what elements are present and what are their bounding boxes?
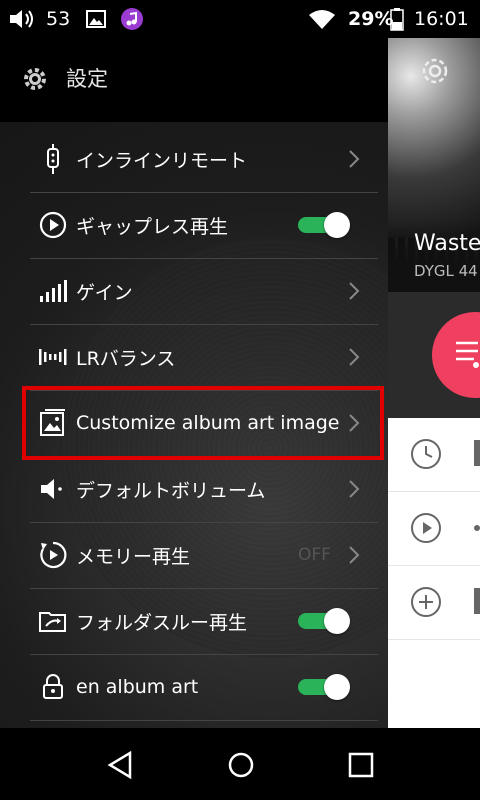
settings-drawer: 設定 インラインリモート ギャップレス再生 ゲイン LRバランス Customi… [0, 38, 388, 728]
play-circle-icon [410, 512, 441, 543]
list-item[interactable] [388, 418, 480, 492]
setting-label: ギャップレス再生 [76, 215, 229, 238]
setting-label: メモリー再生 [76, 545, 191, 568]
setting-inline-remote[interactable]: インラインリモート [30, 126, 378, 193]
balance-icon [38, 342, 68, 372]
chevron-right-icon [344, 148, 364, 170]
music-app-icon [120, 0, 144, 38]
memory-playback-value: OFF [298, 545, 331, 565]
folder-through-icon [38, 606, 68, 636]
page-title: 設定 [66, 67, 108, 91]
home-icon[interactable] [226, 750, 256, 784]
album-title: Waste [414, 231, 480, 256]
navigation-bar [0, 728, 480, 800]
chevron-right-icon [344, 544, 364, 566]
chevron-right-icon [344, 478, 364, 500]
setting-label: インラインリモート [76, 149, 248, 172]
setting-folder-through[interactable]: フォルダスルー再生 [30, 588, 378, 655]
background-player: Waste DYGL 44 [388, 38, 480, 728]
setting-gain[interactable]: ゲイン [30, 258, 378, 325]
back-icon[interactable] [106, 750, 134, 784]
settings-gear-icon[interactable] [418, 54, 452, 92]
album-art-lock-toggle[interactable] [298, 674, 350, 700]
speaker-icon [38, 474, 68, 504]
drawer-header: 設定 [0, 38, 388, 122]
volume-level: 53 [46, 8, 71, 30]
chevron-right-icon [344, 280, 364, 302]
lock-icon [38, 672, 68, 702]
gapless-toggle[interactable] [298, 212, 350, 238]
setting-album-art-lock[interactable]: en album art [30, 654, 378, 721]
setting-label: LRバランス [76, 347, 176, 370]
list-item[interactable] [388, 492, 480, 566]
battery-icon [390, 0, 404, 38]
clock: 16:01 [414, 8, 469, 30]
gapless-play-icon [38, 210, 68, 240]
list-item[interactable] [388, 566, 480, 640]
setting-lr-balance[interactable]: LRバランス [30, 324, 378, 391]
image-icon [86, 0, 106, 38]
volume-icon [8, 0, 38, 38]
remote-icon [38, 144, 68, 174]
setting-gapless-playback[interactable]: ギャップレス再生 [30, 192, 378, 259]
gain-bars-icon [38, 276, 68, 306]
setting-label: フォルダスルー再生 [76, 611, 248, 634]
add-circle-icon [410, 586, 441, 617]
setting-default-volume[interactable]: デフォルトボリューム [30, 456, 378, 523]
folder-through-toggle[interactable] [298, 608, 350, 634]
recents-icon[interactable] [346, 750, 376, 784]
memory-play-icon [38, 540, 68, 570]
album-artist: DYGL 44 [414, 262, 478, 280]
battery-percent: 29% [348, 8, 394, 30]
setting-label: en album art [76, 676, 199, 698]
highlight-box [22, 386, 384, 460]
setting-label: ゲイン [76, 281, 133, 304]
setting-label: デフォルトボリューム [76, 479, 266, 502]
clock-icon [410, 438, 441, 469]
setting-memory-playback[interactable]: メモリー再生 OFF [30, 522, 378, 589]
status-bar: 53 29% 16:01 [0, 0, 480, 38]
gear-icon [22, 66, 48, 96]
chevron-right-icon [344, 346, 364, 368]
wifi-icon [308, 0, 336, 38]
